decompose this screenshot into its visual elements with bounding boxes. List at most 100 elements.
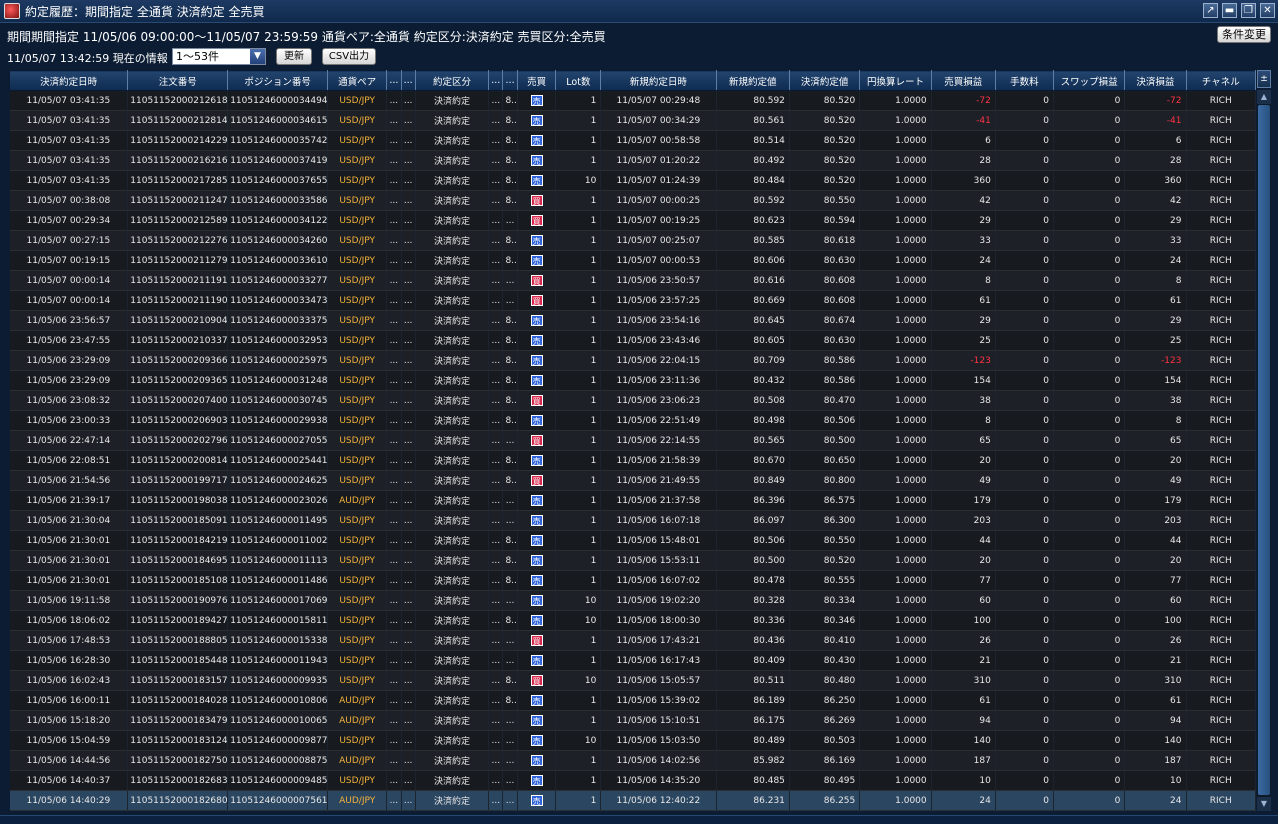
- table-cell: USD/JPY: [327, 590, 388, 611]
- column-header[interactable]: 決済約定日時: [8, 70, 129, 91]
- column-header[interactable]: チャネル: [1185, 70, 1256, 91]
- scroll-thumb[interactable]: [1258, 105, 1270, 795]
- column-header[interactable]: ...: [502, 70, 518, 91]
- table-row[interactable]: 11/05/06 15:04:59 11051152000183124 110512…: [9, 730, 1256, 751]
- table-cell: ...: [386, 790, 402, 811]
- table-cell: ...: [401, 790, 416, 811]
- column-header[interactable]: 円換算レート: [859, 70, 932, 91]
- table-row[interactable]: 11/05/06 22:08:51 11051152000200814 110512…: [9, 450, 1256, 471]
- table-cell: RICH: [1186, 490, 1256, 511]
- column-header[interactable]: ...: [386, 70, 402, 91]
- table-cell: 86.231: [716, 790, 790, 811]
- table-row[interactable]: 11/05/06 17:48:53 11051152000188805 110512…: [9, 630, 1256, 651]
- table-row[interactable]: 11/05/06 21:30:01 11051152000184219 110512…: [9, 530, 1256, 551]
- minimize-button[interactable]: ▬: [1222, 3, 1237, 18]
- table-cell: 0: [1053, 350, 1126, 371]
- table-row[interactable]: 11/05/06 23:56:57 11051152000210904 110512…: [9, 310, 1256, 331]
- column-header[interactable]: 約定区分: [414, 70, 490, 91]
- table-row[interactable]: 11/05/06 21:30:01 11051152000184695 110512…: [9, 550, 1256, 571]
- table-row[interactable]: 11/05/07 03:41:35 11051152000217285 110512…: [9, 170, 1256, 191]
- column-settings-button[interactable]: ±: [1257, 70, 1271, 88]
- vertical-scrollbar[interactable]: ▲ ▼: [1257, 90, 1271, 811]
- table-cell: 1: [555, 350, 602, 371]
- table-cell: ...: [401, 350, 416, 371]
- column-header[interactable]: 売買: [516, 70, 557, 91]
- table-row[interactable]: 11/05/06 18:06:02 11051152000189427 110512…: [9, 610, 1256, 631]
- column-header[interactable]: 決済約定値: [788, 70, 861, 91]
- table-cell: 買: [517, 190, 557, 211]
- table-cell: 80.592: [716, 190, 790, 211]
- table-row[interactable]: 11/05/06 23:29:09 11051152000209365 110512…: [9, 370, 1256, 391]
- table-row[interactable]: 11/05/06 19:11:58 11051152000190976 110512…: [9, 590, 1256, 611]
- table-cell: 決済約定: [415, 450, 490, 471]
- page-range-select[interactable]: 1～53件 ▼: [172, 48, 266, 65]
- column-header[interactable]: 新規約定日時: [600, 70, 717, 91]
- change-conditions-button[interactable]: 条件変更: [1217, 26, 1271, 43]
- scroll-down-icon[interactable]: ▼: [1257, 797, 1271, 811]
- table-cell: ...: [401, 510, 416, 531]
- table-row[interactable]: 11/05/06 21:30:04 11051152000185091 110512…: [9, 510, 1256, 531]
- table-row[interactable]: 11/05/07 03:41:35 11051152000216216 110512…: [9, 150, 1256, 171]
- table-row[interactable]: 11/05/06 23:29:09 11051152000209366 110512…: [9, 350, 1256, 371]
- table-row[interactable]: 11/05/07 03:41:35 11051152000214229 110512…: [9, 130, 1256, 151]
- table-row[interactable]: 11/05/07 00:19:15 11051152000211279 110512…: [9, 250, 1256, 271]
- table-row[interactable]: 11/05/06 14:44:56 11051152000182750 110512…: [9, 750, 1256, 771]
- table-cell: ...: [401, 390, 416, 411]
- table-cell: 179: [1124, 490, 1187, 511]
- table-cell: 11051246000009877: [227, 730, 329, 751]
- table-cell: 決済約定: [415, 210, 490, 231]
- table-cell: RICH: [1186, 450, 1256, 471]
- table-row[interactable]: 11/05/07 00:27:15 11051152000212276 110512…: [9, 230, 1256, 251]
- table-row[interactable]: 11/05/06 23:47:55 11051152000210337 110512…: [9, 330, 1256, 351]
- table-row[interactable]: 11/05/07 03:41:35 11051152000212814 110512…: [9, 110, 1256, 131]
- table-row[interactable]: 11/05/06 16:00:11 11051152000184028 110512…: [9, 690, 1256, 711]
- table-row[interactable]: 11/05/07 00:38:08 11051152000211247 110512…: [9, 190, 1256, 211]
- refresh-button[interactable]: 更新: [276, 48, 312, 65]
- table-cell: 11051246000033277: [227, 270, 329, 291]
- table-cell: 49: [931, 470, 996, 491]
- chevron-down-icon[interactable]: ▼: [250, 49, 265, 64]
- table-row[interactable]: 11/05/06 22:47:14 11051152000202796 110512…: [9, 430, 1256, 451]
- table-row[interactable]: 11/05/06 23:08:32 11051152000207400 110512…: [9, 390, 1256, 411]
- column-header[interactable]: 新規約定値: [715, 70, 790, 91]
- csv-export-button[interactable]: CSV出力: [322, 48, 376, 65]
- column-header[interactable]: 手数料: [994, 70, 1054, 91]
- column-header[interactable]: 注文番号: [127, 70, 229, 91]
- column-header[interactable]: Lot数: [555, 70, 602, 91]
- maximize-button[interactable]: ❐: [1241, 3, 1256, 18]
- close-button[interactable]: ✕: [1260, 3, 1275, 18]
- column-header[interactable]: ...: [400, 70, 416, 91]
- table-cell: 0: [1053, 150, 1126, 171]
- table-cell: 0: [1053, 750, 1126, 771]
- table-row[interactable]: 11/05/07 03:41:35 11051152000212618 110512…: [9, 90, 1256, 111]
- table-row[interactable]: 11/05/06 21:54:56 11051152000199717 110512…: [9, 470, 1256, 491]
- table-row[interactable]: 11/05/06 16:02:43 11051152000183157 110512…: [9, 670, 1256, 691]
- table-row[interactable]: 11/05/07 00:00:14 11051152000211190 110512…: [9, 290, 1256, 311]
- table-cell: 11/05/06 23:56:57: [9, 310, 129, 331]
- table-cell: 11051246000037419: [227, 150, 329, 171]
- table-row[interactable]: 11/05/07 00:29:34 11051152000212589 110512…: [9, 210, 1256, 231]
- sell-badge: 売: [530, 135, 543, 146]
- column-header[interactable]: ...: [488, 70, 504, 91]
- table-cell: 80.489: [716, 730, 790, 751]
- page-range-value: 1～53件: [176, 50, 219, 63]
- table-row[interactable]: 11/05/06 23:00:33 11051152000206903 110512…: [9, 410, 1256, 431]
- table-row[interactable]: 11/05/06 15:18:20 11051152000183479 110512…: [9, 710, 1256, 731]
- table-row[interactable]: 11/05/06 21:39:17 11051152000198038 110512…: [9, 490, 1256, 511]
- column-header[interactable]: スワップ損益: [1052, 70, 1126, 91]
- sell-badge: 売: [530, 755, 543, 766]
- table-row[interactable]: 11/05/06 16:28:30 11051152000185448 110512…: [9, 650, 1256, 671]
- scroll-up-icon[interactable]: ▲: [1257, 90, 1271, 104]
- column-header[interactable]: 決済損益: [1124, 70, 1187, 91]
- table-row[interactable]: 11/05/06 21:30:01 11051152000185108 110512…: [9, 570, 1256, 591]
- table-cell: 買: [517, 270, 557, 291]
- table-row[interactable]: 11/05/06 14:40:29 11051152000182680 110512…: [9, 790, 1256, 811]
- title-bar[interactable]: 約定履歴：期間指定 全通貨 決済約定 全売買 ↗ ▬ ❐ ✕: [0, 0, 1278, 23]
- column-header[interactable]: ポジション番号: [227, 70, 329, 91]
- table-row[interactable]: 11/05/07 00:00:14 11051152000211191 110512…: [9, 270, 1256, 291]
- table-row[interactable]: 11/05/06 14:40:37 11051152000182683 110512…: [9, 770, 1256, 791]
- column-header[interactable]: 通貨ペア: [327, 70, 388, 91]
- column-header[interactable]: 売買損益: [930, 70, 996, 91]
- table-cell: ...: [386, 770, 402, 791]
- pin-icon[interactable]: ↗: [1203, 3, 1218, 18]
